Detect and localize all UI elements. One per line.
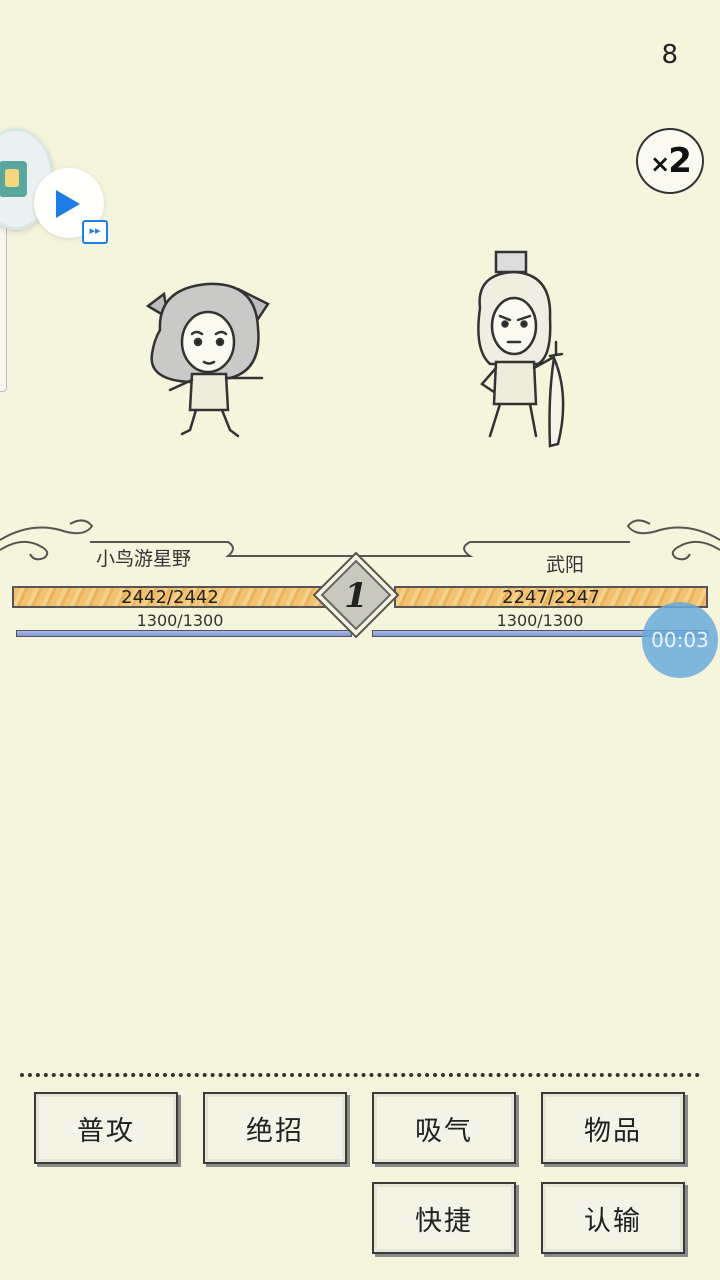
- turn-counter: 8: [661, 40, 678, 70]
- items-button[interactable]: 物品: [541, 1092, 685, 1164]
- ultimate-button[interactable]: 绝招: [203, 1092, 347, 1164]
- round-number: 1: [344, 576, 368, 616]
- speed-prefix: ×: [650, 150, 670, 178]
- surrender-button[interactable]: 认输: [541, 1182, 685, 1254]
- player-mp-bar: [16, 630, 352, 637]
- side-drawer-handle[interactable]: [0, 214, 7, 392]
- quick-button[interactable]: 快捷: [372, 1182, 516, 1254]
- fast-forward-icon[interactable]: ▸▸: [82, 220, 108, 244]
- player-mp-text: 1300/1300: [136, 611, 224, 630]
- player-character: [145, 282, 270, 438]
- speed-value: 2: [668, 141, 692, 181]
- enemy-character: [477, 250, 565, 448]
- action-divider: [20, 1073, 700, 1077]
- enemy-name: 武阳: [546, 554, 585, 576]
- player-name: 小鸟游星野: [96, 548, 192, 570]
- round-badge: 1: [312, 551, 400, 639]
- attack-button[interactable]: 普攻: [34, 1092, 178, 1164]
- absorb-button[interactable]: 吸气: [372, 1092, 516, 1164]
- speed-toggle-button[interactable]: × 2: [636, 128, 704, 194]
- timer-badge[interactable]: 00:03: [642, 602, 718, 678]
- player-hp-text: 2442/2442: [121, 587, 219, 608]
